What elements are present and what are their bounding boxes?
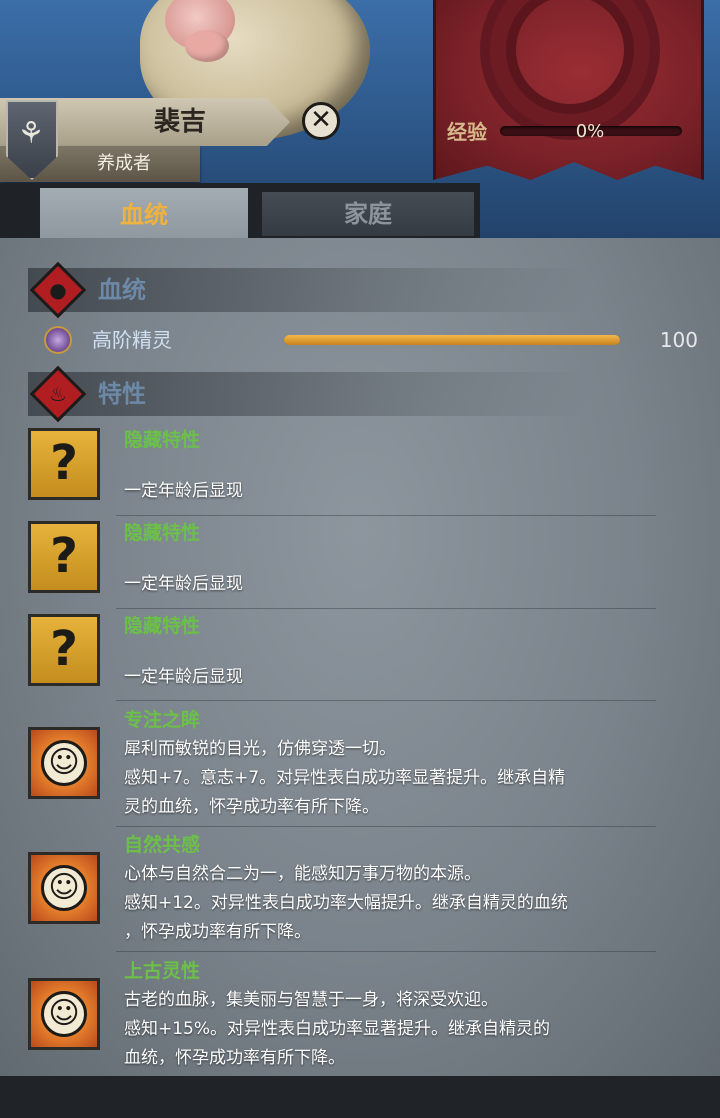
question-mark-icon[interactable]: ? — [28, 521, 100, 593]
smiley-face-icon: ☺ — [41, 991, 87, 1037]
trait-description-line-1: 古老的血脉，集美丽与智慧于一身，将深受欢迎。 — [124, 990, 498, 1010]
trait-divider — [116, 515, 656, 516]
smiley-face-icon: ☺ — [41, 740, 87, 786]
trait-description: 一定年龄后显现 — [124, 667, 243, 687]
traits-section-title: 特性 — [98, 380, 146, 408]
trait-description: 一定年龄后显现 — [124, 574, 243, 594]
bloodline-section-title: 血统 — [98, 276, 146, 304]
trait-description-line-3: 血统，怀孕成功率有所下降。 — [124, 1048, 345, 1068]
bloodline-name: 高阶精灵 — [92, 328, 172, 352]
trait-name: 隐藏特性 — [124, 615, 201, 637]
trait-description-line-2: 感知+7。意志+7。对异性表白成功率显著提升。继承自精 — [124, 768, 566, 788]
bloodline-bar-fill — [284, 335, 620, 345]
trait-description-line-3: ，怀孕成功率有所下降。 — [124, 922, 311, 942]
trait-name: 专注之眸 — [124, 709, 201, 731]
trait-divider — [116, 951, 656, 952]
question-mark-icon[interactable]: ? — [28, 428, 100, 500]
trait-divider — [116, 608, 656, 609]
trait-divider — [116, 826, 656, 827]
trait-description-line-2: 感知+12。对异性表白成功率大幅提升。继承自精灵的血统 — [124, 893, 568, 913]
trait-name: 上古灵性 — [124, 960, 201, 982]
sun-face-icon[interactable]: ☺ — [28, 727, 100, 799]
trait-name: 隐藏特性 — [124, 522, 201, 544]
trait-description: 一定年龄后显现 — [124, 481, 243, 501]
question-mark-icon[interactable]: ? — [28, 614, 100, 686]
trait-description-line-1: 犀利而敏锐的目光，仿佛穿透一切。 — [124, 739, 396, 759]
character-role: 养成者 — [97, 153, 151, 174]
trait-divider — [116, 700, 656, 701]
close-button[interactable]: ✕ — [302, 102, 340, 140]
experience-value: 0% — [575, 121, 605, 142]
trait-description-line-3: 灵的血统，怀孕成功率有所下降。 — [124, 797, 379, 817]
bloodline-value: 100 — [659, 328, 698, 352]
experience-label: 经验 — [447, 120, 487, 144]
sun-face-icon[interactable]: ☺ — [28, 978, 100, 1050]
trait-name: 自然共感 — [124, 834, 201, 856]
tab-bloodline[interactable]: 血统 — [40, 188, 248, 242]
tree-sigil-icon: ⚘ — [17, 116, 45, 151]
bottom-bar — [0, 1076, 720, 1118]
elf-orb-icon — [44, 326, 72, 354]
blood-drop-glyph: ● — [49, 278, 67, 302]
baby-hand — [185, 30, 229, 62]
flame-glyph: ♨ — [49, 382, 67, 406]
tab-family[interactable]: 家庭 — [262, 192, 474, 236]
trait-name: 隐藏特性 — [124, 429, 201, 451]
character-name: 裴吉 — [153, 107, 206, 137]
trait-description-line-2: 感知+15%。对异性表白成功率显著提升。继承自精灵的 — [124, 1019, 551, 1039]
sun-face-icon[interactable]: ☺ — [28, 852, 100, 924]
smiley-face-icon: ☺ — [41, 865, 87, 911]
trait-description-line-1: 心体与自然合二为一，能感知万事万物的本源。 — [124, 864, 481, 884]
